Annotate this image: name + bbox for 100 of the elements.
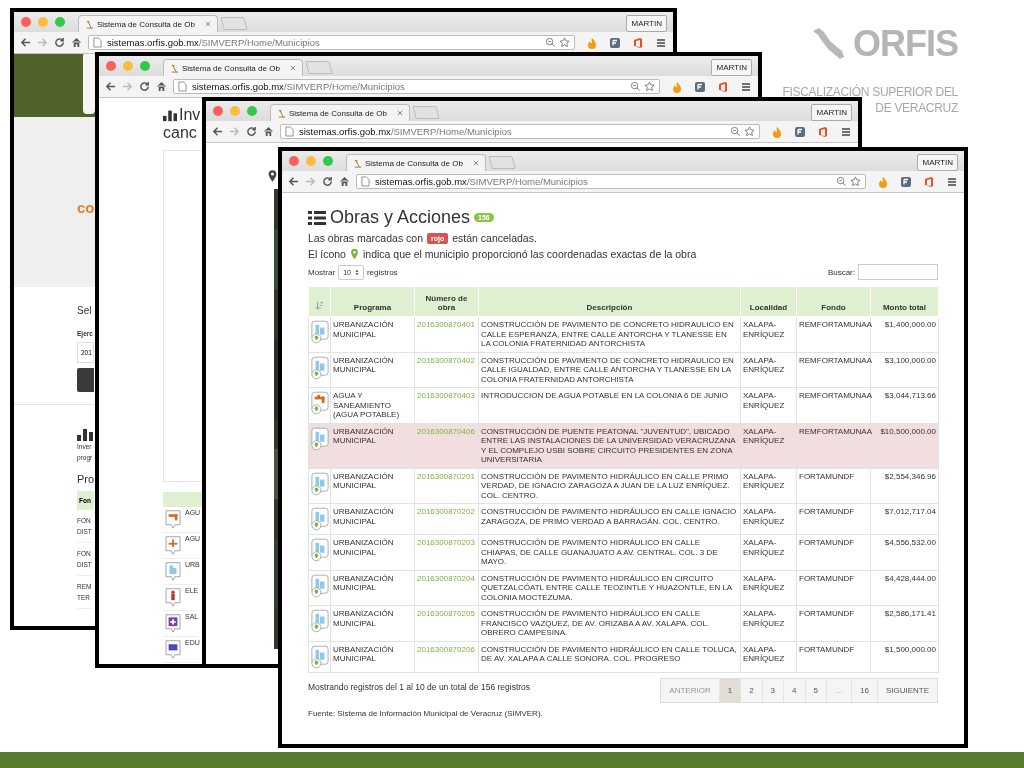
- home-icon[interactable]: [156, 81, 167, 92]
- column-header[interactable]: Fondo: [796, 286, 871, 317]
- back-icon[interactable]: [212, 126, 223, 137]
- zoom-icon[interactable]: [836, 176, 847, 187]
- sort-icon[interactable]: [315, 301, 324, 310]
- profile-button[interactable]: MARTIN: [711, 59, 752, 76]
- reload-icon[interactable]: [54, 37, 65, 48]
- browser-tab[interactable]: Sistema de Consulta de Ob: [270, 104, 410, 121]
- office-icon[interactable]: [923, 175, 935, 188]
- address-bar[interactable]: sistemas.orfis.gob.mx/SIMVERP/Home/Municipios: [280, 124, 760, 139]
- search-field[interactable]: [858, 264, 938, 280]
- table-cell: REMFORTAMUNAA: [796, 387, 871, 423]
- table-cell: XALAPA-ENRÍQUEZ: [740, 641, 797, 672]
- table-cell: $2,554,346.96: [870, 468, 939, 504]
- close-icon[interactable]: [473, 160, 479, 166]
- close-icon[interactable]: [397, 110, 403, 116]
- table-cell: AGUA Y SANEAMIENTO (AGUA POTABLE): [330, 387, 415, 423]
- window-controls-icon: [20, 16, 66, 28]
- close-icon[interactable]: [205, 21, 211, 27]
- zoom-icon[interactable]: [545, 37, 556, 48]
- address-bar[interactable]: sistemas.orfis.gob.mx/SIMVERP/Home/Municipios: [173, 79, 660, 94]
- table-cell: XALAPA-ENRÍQUEZ: [740, 423, 797, 468]
- back-icon[interactable]: [20, 37, 31, 48]
- table-cell: XALAPA-ENRÍQUEZ: [740, 468, 797, 504]
- partial-logo: co: [77, 199, 95, 216]
- office-icon[interactable]: [717, 80, 729, 93]
- menu-icon[interactable]: [840, 125, 852, 138]
- faucet-pin-icon: [311, 391, 329, 415]
- home-icon[interactable]: [71, 37, 82, 48]
- star-icon[interactable]: [850, 176, 861, 187]
- office-icon[interactable]: [632, 36, 644, 49]
- reload-icon[interactable]: [246, 126, 257, 137]
- browser-tab[interactable]: Sistema de Consulta de Ob: [78, 15, 218, 32]
- office-icon[interactable]: [817, 125, 829, 138]
- letter-square-icon[interactable]: [694, 80, 706, 93]
- table-cell: CONSTRUCCIÓN DE PAVIMENTO HIDRÁULICO EN CALLE CHIAPAS, DE CALLE GUANAJUATO A AV. CENTRAL. COL. 3 DE MAYO.: [478, 534, 741, 570]
- table-cell: XALAPA-ENRÍQUEZ: [740, 316, 797, 352]
- back-icon[interactable]: [105, 81, 116, 92]
- building-pin-icon: [311, 573, 329, 598]
- reload-icon[interactable]: [322, 176, 333, 187]
- column-header[interactable]: Programa: [330, 286, 415, 317]
- address-bar[interactable]: sistemas.orfis.gob.mx/SIMVERP/Home/Municipios: [88, 35, 575, 50]
- window-controls-icon: [288, 155, 334, 167]
- table-cell: FORTAMUNDF: [796, 570, 871, 606]
- page-button[interactable]: 3: [761, 678, 784, 702]
- close-icon[interactable]: [290, 65, 296, 71]
- flame-icon[interactable]: [671, 80, 683, 93]
- brand-tagline: FISCALIZACIÓN SUPERIOR DEL: [782, 84, 958, 100]
- menu-icon[interactable]: [655, 36, 667, 49]
- address-bar[interactable]: sistemas.orfis.gob.mx/SIMVERP/Home/Municipios: [356, 174, 866, 189]
- page-button[interactable]: 2: [740, 678, 762, 702]
- building-pin-icon: [311, 644, 329, 669]
- browser-tab[interactable]: Sistema de Consulta de Ob: [163, 59, 303, 76]
- flame-icon[interactable]: [586, 36, 598, 49]
- zoom-icon[interactable]: [630, 81, 641, 92]
- column-header[interactable]: Descripción: [478, 286, 741, 317]
- section-heading: Sel: [77, 305, 92, 316]
- home-icon[interactable]: [339, 176, 350, 187]
- flame-icon[interactable]: [771, 125, 783, 138]
- spinner-icon: [354, 268, 359, 276]
- building-pin-icon: [311, 426, 329, 451]
- page-button[interactable]: 5: [804, 678, 826, 702]
- length-label: Mostrar: [308, 267, 336, 277]
- back-icon[interactable]: [288, 176, 299, 187]
- table-cell: REMFORTAMUNAA: [796, 352, 871, 388]
- browser-tab[interactable]: Sistema de Consulta de Ob: [346, 154, 486, 171]
- menu-icon[interactable]: [946, 175, 958, 188]
- notice-text: indica que el municipio proporcionó las coordenadas exactas de la obra: [362, 248, 697, 260]
- profile-button[interactable]: MARTIN: [917, 154, 958, 171]
- profile-button[interactable]: MARTIN: [811, 104, 852, 121]
- column-header[interactable]: Localidad: [740, 286, 797, 317]
- page-button[interactable]: 16: [850, 678, 877, 702]
- letter-square-icon[interactable]: [794, 125, 806, 138]
- zoom-icon[interactable]: [730, 126, 741, 137]
- column-header[interactable]: Número de obra: [414, 286, 479, 317]
- column-header[interactable]: Monto total: [870, 286, 939, 317]
- page-button[interactable]: 4: [783, 678, 805, 702]
- notice-text: Las obras marcadas con: [308, 232, 423, 244]
- table-cell: FORTAMUNDF: [796, 503, 871, 535]
- menu-icon[interactable]: [740, 80, 752, 93]
- page-button[interactable]: SIGUIENTE: [876, 678, 937, 702]
- page-icon: [361, 176, 370, 187]
- reload-icon[interactable]: [139, 81, 150, 92]
- table-cell: FORTAMUNDF: [796, 534, 871, 570]
- table-cell: XALAPA-ENRÍQUEZ: [740, 570, 797, 606]
- pin-icon: [268, 169, 277, 183]
- table-cell: $4,556,532.00: [870, 534, 939, 570]
- profile-button[interactable]: MARTIN: [626, 15, 667, 32]
- letter-square-icon[interactable]: [900, 175, 912, 188]
- star-icon[interactable]: [644, 81, 655, 92]
- brand-tagline: DE VERACRUZ: [875, 100, 958, 116]
- star-icon[interactable]: [744, 126, 755, 137]
- home-icon[interactable]: [263, 126, 274, 137]
- star-icon[interactable]: [559, 37, 570, 48]
- table-cell: $4,428,444.00: [870, 570, 939, 606]
- flame-icon[interactable]: [877, 175, 889, 188]
- letter-square-icon[interactable]: [609, 36, 621, 49]
- table-cell: FORTAMUNDF: [796, 605, 871, 641]
- page-button[interactable]: 1: [718, 678, 741, 702]
- table-cell: XALAPA-ENRÍQUEZ: [740, 503, 797, 535]
